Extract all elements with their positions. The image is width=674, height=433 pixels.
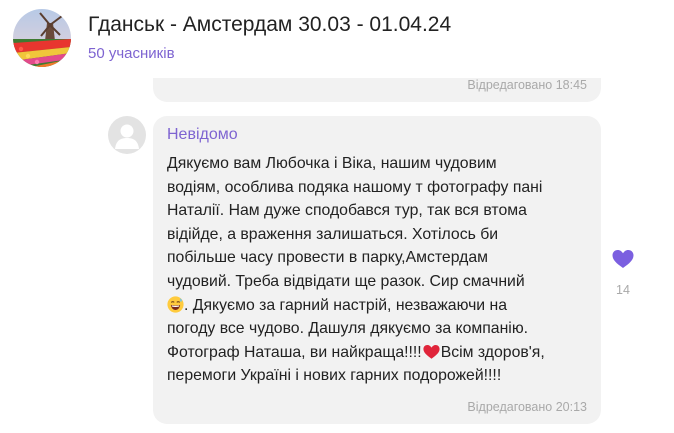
grinning-sweat-emoji-icon (167, 295, 184, 313)
message-line: Дякуємо вам Любочка і Віка, нашим чудови… (167, 155, 497, 172)
edited-timestamp: Відредаговано 20:13 (467, 400, 587, 414)
red-heart-emoji-icon (423, 344, 440, 359)
sender-name[interactable]: Невідомо (167, 126, 238, 144)
default-user-icon (115, 124, 139, 149)
message-bubble[interactable]: Невідомо Дякуємо вам Любочка і Віка, наш… (153, 116, 601, 424)
message-line: погоду все чудово. Дашуля дякуємо за ком… (167, 320, 529, 338)
message-line: чудовий. Треба відвідати ще разок. Сир с… (167, 272, 525, 290)
reaction-count: 14 (616, 283, 630, 297)
message-line: Наталії. Нам дуже сподобався тур, так вс… (167, 202, 527, 220)
message-line: відійде, а враження залишаться. Хотілось… (167, 225, 499, 243)
edited-timestamp: Відредаговано 18:45 (467, 78, 587, 92)
message-line: водіям, особлива подяка нашому т фотогра… (167, 178, 543, 196)
message-line-text: Фотограф Наташа, ви найкраща!!!! (167, 343, 422, 361)
reaction-button[interactable] (610, 246, 636, 272)
group-avatar[interactable] (13, 9, 71, 67)
message-line: . Дякуємо за гарний настрій, незважаючи … (167, 294, 592, 318)
chat-header[interactable]: Гданськ - Амстердам 30.03 - 01.04.24 50 … (0, 0, 674, 78)
chat-title: Гданськ - Амстердам 30.03 - 01.04.24 (88, 13, 452, 36)
chat-view: Відредаговано 18:45 Гданськ - Амстердам … (0, 0, 674, 433)
message-line-text: . Дякуємо за гарний настрій, незважаючи … (184, 296, 508, 314)
purple-heart-icon (612, 250, 634, 268)
message-line: Фотограф Наташа, ви найкраща!!!! Всім зд… (167, 341, 592, 365)
sender-avatar[interactable] (108, 116, 146, 154)
message-line: побільше часу провести в парку,Амстердам (167, 249, 488, 267)
message-line: перемоги Україні і нових гарних подороже… (167, 367, 502, 385)
message-text: Дякуємо вам Любочка і Віка, нашим чудови… (167, 152, 592, 388)
members-count[interactable]: 50 учасників (88, 45, 175, 62)
tulip-field-windmill-photo-icon (13, 9, 71, 67)
message-line-text: Всім здоров'я, (440, 343, 545, 361)
